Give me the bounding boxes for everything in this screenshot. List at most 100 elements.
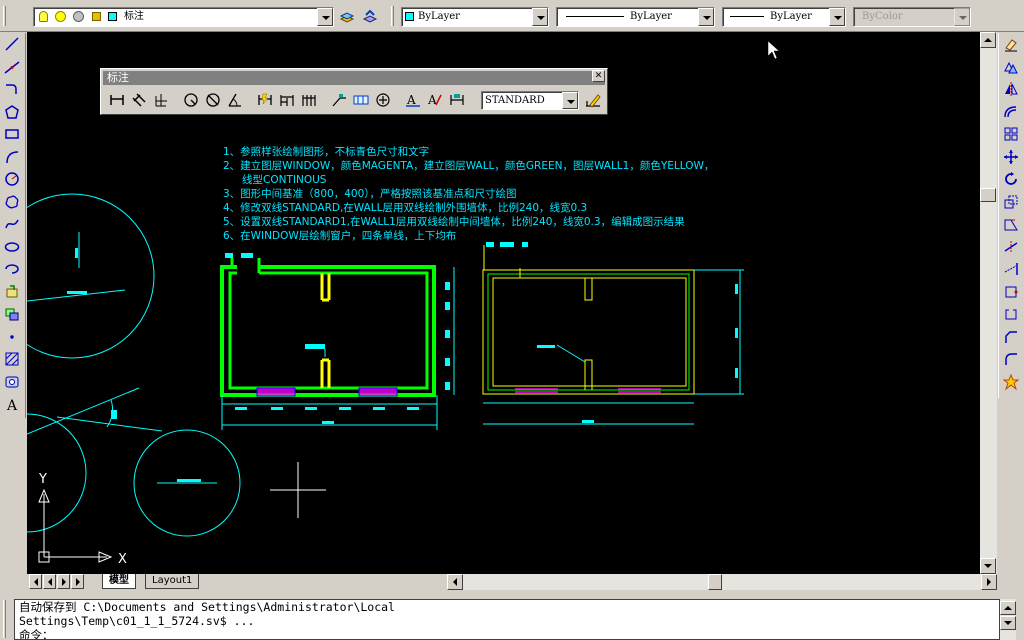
scroll-up-button[interactable] [1000,601,1016,615]
baseline-dimension-button[interactable] [276,90,298,110]
break-at-point-button[interactable] [999,281,1023,304]
note-line[interactable]: 4、修改双线STANDARD,在WALL层用双线绘制外围墙体，比例240，线宽0… [223,201,587,214]
chamfer-button[interactable] [999,326,1023,349]
point-button[interactable] [0,326,24,349]
layer-dropdown[interactable]: 标注 [33,7,334,27]
polygon-button[interactable] [0,101,24,124]
dimension-style-button[interactable] [582,90,604,110]
polyline-button[interactable] [0,78,24,101]
chevron-down-icon[interactable] [829,8,845,26]
spline-button[interactable] [0,213,24,236]
floor-plan-selected[interactable] [220,258,455,430]
line-button[interactable] [0,33,24,56]
rotate-button[interactable] [999,168,1023,191]
circle-button[interactable] [0,168,24,191]
color-dropdown[interactable]: ByLayer [401,7,549,27]
scroll-up-button[interactable] [980,32,996,48]
toolbar-grip[interactable] [3,6,6,26]
aligned-dimension-button[interactable] [128,90,150,110]
move-button[interactable] [999,146,1023,169]
erase-button[interactable] [999,33,1023,56]
note-line[interactable]: 3、图形中间基准（800，400），严格按照该基准点和尺寸绘图 [223,187,517,200]
note-line[interactable]: 2、建立图层WINDOW，颜色MAGENTA，建立图层WALL，颜色GREEN，… [223,159,714,172]
multiline-text-button[interactable]: A [0,393,24,416]
scale-button[interactable] [999,191,1023,214]
angular-dimension-button[interactable] [224,90,246,110]
center-mark-button[interactable] [372,90,394,110]
trim-button[interactable] [999,236,1023,259]
chevron-down-icon[interactable] [698,8,714,26]
circle-entity[interactable] [27,413,87,533]
array-icon [1004,127,1018,141]
dimension-update-button[interactable] [446,90,468,110]
horizontal-scroll-thumb[interactable] [708,574,722,590]
floor-plan-result[interactable] [482,242,744,425]
dimension-style-dropdown[interactable]: STANDARD [481,91,579,110]
offset-button[interactable] [999,101,1023,124]
diameter-dimension-button[interactable] [202,90,224,110]
horizontal-scrollbar[interactable] [447,574,997,590]
chevron-down-icon[interactable] [562,92,578,109]
center-mark-icon [376,93,390,107]
explode-button[interactable] [999,371,1023,394]
region-button[interactable] [0,371,24,394]
array-button[interactable] [999,123,1023,146]
rectangle-button[interactable] [0,123,24,146]
command-window-grip[interactable] [3,600,6,638]
break-button[interactable] [999,303,1023,326]
note-line[interactable]: 1、参照样张绘制图形，不标青色尺寸和文字 [223,145,429,158]
close-icon[interactable]: ✕ [592,70,605,82]
linetype-dropdown[interactable]: ByLayer [556,7,715,27]
prev-tab-button[interactable] [43,574,56,589]
scroll-left-button[interactable] [447,574,463,590]
ellipse-button[interactable] [0,236,24,259]
vertical-scroll-thumb[interactable] [980,188,996,202]
circle-entity[interactable] [27,193,155,359]
tolerance-button[interactable] [350,90,372,110]
dimension-text-edit-button[interactable]: A [424,90,446,110]
hatch-button[interactable] [0,348,24,371]
dimension-toolbar-title[interactable]: 标注 [103,71,605,85]
command-window[interactable]: 自动保存到 C:\Documents and Settings\Administ… [14,599,1000,640]
make-layer-current-button[interactable] [337,7,357,27]
insert-block-button[interactable] [0,281,24,304]
chevron-down-icon[interactable] [317,8,333,26]
dimension-edit-button[interactable]: A [402,90,424,110]
layer-previous-button[interactable] [360,7,380,27]
vertical-scrollbar[interactable] [980,32,997,574]
ellipse-arc-button[interactable] [0,258,24,281]
command-prompt[interactable]: 命令： [19,628,999,639]
lineweight-dropdown[interactable]: ByLayer [722,7,846,27]
continue-dimension-button[interactable] [298,90,320,110]
quick-dimension-button[interactable] [254,90,276,110]
first-tab-button[interactable] [29,574,42,589]
revision-cloud-button[interactable] [0,191,24,214]
note-line[interactable]: 线型CONTINOUS [242,173,327,186]
toolbar-grip[interactable] [391,6,394,26]
note-line[interactable]: 6、在WINDOW层绘制窗户，四条单线，上下均布 [223,229,456,242]
ordinate-dimension-button[interactable] [150,90,172,110]
arc-button[interactable] [0,146,24,169]
extend-button[interactable] [999,258,1023,281]
mirror-button[interactable] [999,78,1023,101]
tab-layout1[interactable]: Layout1 [145,574,200,589]
copy-button[interactable] [999,56,1023,79]
scroll-right-button[interactable] [981,574,997,590]
last-tab-button[interactable] [71,574,84,589]
stretch-button[interactable] [999,213,1023,236]
construction-line-button[interactable] [0,56,24,79]
chevron-down-icon[interactable] [532,8,548,26]
line-entity[interactable] [56,416,163,432]
note-line[interactable]: 5、设置双线STANDARD1,在WALL1层用双线绘制中间墙体，比例240，线… [223,215,685,228]
next-tab-button[interactable] [57,574,70,589]
make-block-button[interactable] [0,303,24,326]
linear-dimension-button[interactable] [106,90,128,110]
scroll-down-button[interactable] [980,558,996,574]
tab-model[interactable]: 模型 [102,574,136,589]
radius-dimension-button[interactable] [180,90,202,110]
command-scrollbar[interactable] [1000,599,1016,640]
quick-leader-button[interactable] [328,90,350,110]
scroll-down-button[interactable] [1000,616,1016,630]
fillet-button[interactable] [999,348,1023,371]
line-entity[interactable] [27,387,140,435]
